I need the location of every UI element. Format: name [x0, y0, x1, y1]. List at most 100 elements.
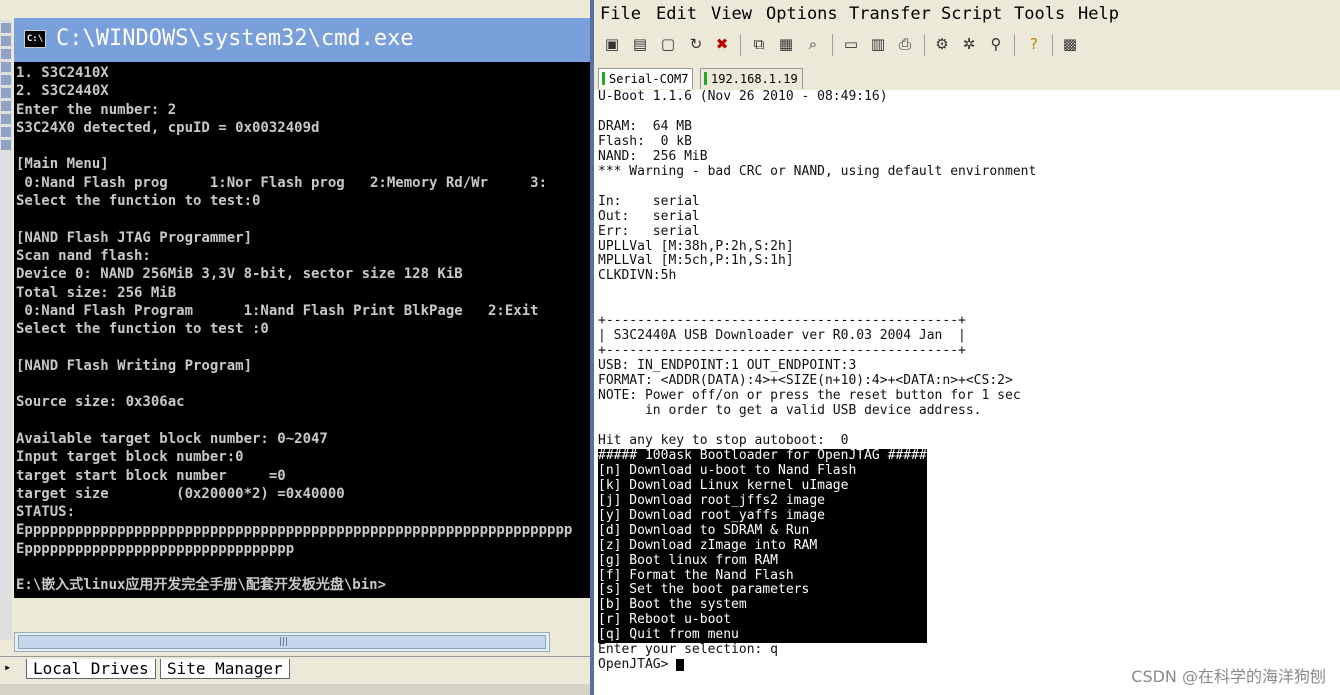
- line: 1. S3C2410X: [16, 65, 109, 81]
- menu-script[interactable]: Script: [941, 4, 1002, 24]
- line: [d] Download to SDRAM & Run: [598, 522, 810, 538]
- menu-view[interactable]: View: [711, 4, 752, 24]
- sftp-icon[interactable]: ▩: [1060, 34, 1080, 54]
- print-setup-icon[interactable]: ▭: [841, 34, 861, 54]
- menu-file[interactable]: File: [600, 4, 641, 24]
- global-options-icon[interactable]: ✲: [959, 34, 979, 54]
- menu-help[interactable]: Help: [1078, 4, 1119, 24]
- quick-connect-icon[interactable]: ▤: [630, 34, 650, 54]
- line: [b] Boot the system: [598, 597, 747, 613]
- selection-line: Enter your selection: q: [598, 642, 779, 658]
- reconnect-icon[interactable]: ↻: [686, 34, 706, 54]
- menu-edit[interactable]: Edit: [656, 4, 697, 24]
- connect-tab-icon[interactable]: ▢: [658, 34, 678, 54]
- line: Out: serial: [598, 208, 700, 224]
- scrollbar-thumb[interactable]: |||: [18, 635, 546, 649]
- line: UPLLVal [M:38h,P:2h,S:2h]: [598, 238, 794, 254]
- securecrt-window: File Edit View Options Transfer Script T…: [594, 0, 1340, 695]
- line: [r] Reboot u-boot: [598, 612, 732, 628]
- line: Available target block number: 0~2047: [16, 430, 328, 447]
- tab-scroll-arrow-icon[interactable]: ▸: [4, 660, 11, 674]
- line: Err: serial: [598, 223, 700, 239]
- terminal-output: U-Boot 1.1.6 (Nov 26 2010 - 08:49:16) DR…: [598, 90, 1340, 449]
- line: +---------------------------------------…: [598, 313, 966, 329]
- tab-label: Serial-COM7: [609, 72, 689, 86]
- menu-tools[interactable]: Tools: [1014, 4, 1065, 24]
- line: [Main Menu]: [16, 156, 109, 173]
- line: [NAND Flash JTAG Programmer]: [16, 229, 253, 246]
- session-status-indicator: [602, 72, 605, 85]
- line: Enter the number: 2: [16, 101, 177, 118]
- toolbar-separator: [924, 34, 925, 56]
- line: ##### 100ask Bootloader for OpenJTAG ###…: [598, 447, 927, 463]
- bootloader-menu: ##### 100ask Bootloader for OpenJTAG ###…: [598, 447, 927, 644]
- cmd-title: C:\WINDOWS\system32\cmd.exe: [56, 26, 414, 51]
- left-status-strip: [0, 684, 591, 695]
- line: in order to get a valid USB device addre…: [598, 403, 982, 419]
- line: [k] Download Linux kernel uImage: [598, 477, 849, 493]
- line: Select the function to test:0: [16, 193, 261, 210]
- line: [j] Download root_jffs2 image: [598, 492, 825, 508]
- line: E:\嵌入式linux应用开发完全手册\配套开发板光盘\bin>: [16, 577, 387, 594]
- toolbar: ▣ ▤ ▢ ↻ ✖ ⧉ ▦ ⌕ ▭ ▥ ⎙ ⚙ ✲ ⚲ ? ▩: [594, 28, 1340, 63]
- line: [NAND Flash Writing Program]: [16, 357, 253, 374]
- line: [z] Download zImage into RAM: [598, 537, 818, 553]
- line: NAND: 256 MiB: [598, 148, 708, 164]
- line: 0:Nand Flash prog 1:Nor Flash prog 2:Mem…: [16, 174, 548, 191]
- line: USB: IN_ENDPOINT:1 OUT_ENDPOINT:3: [598, 358, 857, 374]
- tab-local-drives[interactable]: Local Drives: [26, 659, 156, 679]
- menu-bar: File Edit View Options Transfer Script T…: [594, 0, 1340, 28]
- terminal-view[interactable]: U-Boot 1.1.6 (Nov 26 2010 - 08:49:16) DR…: [598, 90, 1340, 695]
- copy-icon[interactable]: ⧉: [749, 34, 769, 54]
- toolbar-separator: [1052, 34, 1053, 56]
- session-tab-bar: Serial-COM7 192.168.1.19: [594, 62, 1340, 90]
- scrollbar-grip: |||: [279, 637, 289, 647]
- help-icon[interactable]: ?: [1024, 34, 1044, 54]
- paste-icon[interactable]: ▦: [776, 34, 796, 54]
- line: [s] Set the boot parameters: [598, 582, 810, 598]
- line: [q] Quit from menu: [598, 627, 739, 643]
- toolbar-separator: [740, 34, 741, 56]
- line: NOTE: Power off/on or press the reset bu…: [598, 388, 1021, 404]
- line: Device 0: NAND 256MiB 3,3V 8-bit, sector…: [16, 266, 463, 283]
- print-selection-icon[interactable]: ▥: [868, 34, 888, 54]
- tab-serial-com7[interactable]: Serial-COM7: [598, 68, 694, 89]
- line: Total size: 256 MiB: [16, 284, 177, 301]
- print-icon[interactable]: ⎙: [895, 34, 915, 54]
- left-tab-strip: ▸ Local Drives Site Manager: [0, 656, 591, 681]
- session-status-indicator: [704, 72, 707, 85]
- disconnect-icon[interactable]: ✖: [712, 34, 732, 54]
- line: target size (0x20000*2) =0x40000: [16, 485, 345, 502]
- line: STATUS:: [16, 504, 76, 521]
- line: 0:Nand Flash Program 1:Nand Flash Print …: [16, 302, 539, 319]
- terminal-cursor: [676, 658, 685, 671]
- line: Hit any key to stop autoboot: 0: [598, 432, 849, 448]
- line: | S3C2440A USB Downloader ver R0.03 2004…: [598, 328, 966, 344]
- session-options-icon[interactable]: ⚙: [932, 34, 952, 54]
- tab-site-manager[interactable]: Site Manager: [160, 659, 290, 679]
- line: Select the function to test :0: [16, 321, 269, 338]
- line: +---------------------------------------…: [598, 343, 966, 359]
- horizontal-scrollbar[interactable]: |||: [14, 632, 550, 652]
- line: Epppppppppppppppppppppppppppppppp: [16, 540, 295, 557]
- watermark: CSDN @在科学的海洋狗刨: [1131, 667, 1326, 686]
- connect-icon[interactable]: ▣: [602, 34, 622, 54]
- line: [g] Boot linux from RAM: [598, 552, 779, 568]
- tab-192-168-1-19[interactable]: 192.168.1.19: [700, 68, 803, 89]
- cmd-titlebar[interactable]: C:\ C:\WINDOWS\system32\cmd.exe: [14, 18, 590, 62]
- menu-transfer[interactable]: Transfer: [849, 4, 931, 24]
- cmd-output: 1. S3C2410X 2. S3C2440X Enter the number…: [14, 62, 590, 595]
- keymap-icon[interactable]: ⚲: [986, 34, 1006, 54]
- left-icon-strip: [0, 20, 12, 640]
- cmd-console[interactable]: 1. S3C2410X 2. S3C2440X Enter the number…: [14, 62, 590, 598]
- line: target start block number =0: [16, 467, 286, 484]
- prompt-line: OpenJTAG>: [598, 657, 677, 673]
- line: U-Boot 1.1.6 (Nov 26 2010 - 08:49:16): [598, 90, 888, 104]
- tab-label: 192.168.1.19: [711, 72, 798, 86]
- cmd-icon: C:\: [24, 30, 46, 48]
- menu-options[interactable]: Options: [766, 4, 838, 24]
- line: In: serial: [598, 193, 700, 209]
- line: *** Warning - bad CRC or NAND, using def…: [598, 163, 1037, 179]
- find-icon[interactable]: ⌕: [803, 34, 823, 54]
- line: MPLLVal [M:5ch,P:1h,S:1h]: [598, 253, 794, 269]
